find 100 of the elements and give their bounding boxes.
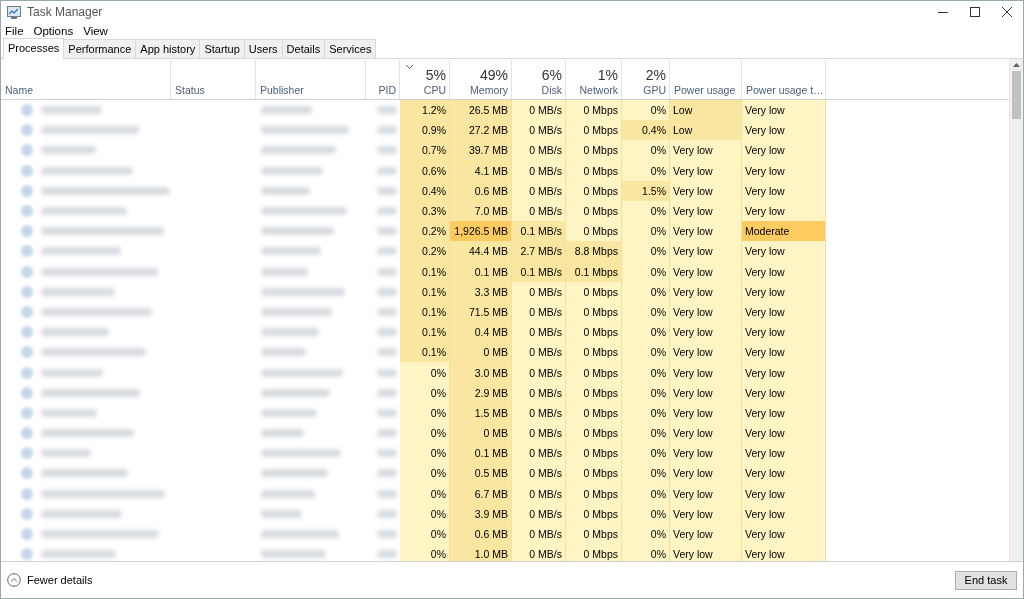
header-label: PID	[378, 83, 396, 97]
blurred-text	[377, 469, 397, 478]
table-cell: 0 Mbps	[566, 503, 622, 524]
blurred-text	[377, 449, 397, 458]
tab[interactable]: Users	[243, 39, 283, 58]
blurred-text	[261, 550, 326, 559]
table-cell: 0 MB/s	[512, 443, 566, 464]
column-header[interactable]: Publisher	[256, 60, 366, 99]
fewer-details-button[interactable]: Fewer details	[7, 573, 93, 587]
usage-percent: 49%	[479, 67, 508, 83]
blurred-text	[261, 267, 308, 276]
table-cell: 0%	[400, 382, 450, 403]
blurred-text	[41, 368, 103, 377]
table-cell: Very low	[742, 241, 826, 262]
tab[interactable]: App history	[135, 39, 201, 58]
app-icon	[21, 507, 33, 520]
app-icon	[21, 467, 33, 480]
table-cell: 0.6 MB	[450, 180, 512, 201]
blurred-text	[377, 429, 397, 438]
header-label: Publisher	[260, 83, 305, 97]
table-cell: 0 Mbps	[566, 281, 622, 302]
column-header[interactable]: Power usage	[670, 60, 742, 99]
tab[interactable]: Details	[281, 39, 326, 58]
scroll-up-icon[interactable]	[1013, 63, 1020, 67]
table-cell: 0 Mbps	[566, 362, 622, 383]
table-cell: 0%	[400, 483, 450, 504]
header-label: Status	[175, 83, 206, 97]
minimize-icon[interactable]	[938, 11, 948, 13]
table-cell: 0 MB/s	[512, 382, 566, 403]
table-cell: 0%	[622, 463, 670, 484]
table-cell: Very low	[742, 301, 826, 323]
app-icon	[21, 205, 33, 218]
menu-item[interactable]: Options	[33, 25, 74, 37]
table-cell: 4.1 MB	[450, 160, 512, 181]
usage-percent: 2%	[645, 67, 666, 83]
table-cell: Very low	[670, 544, 742, 561]
table-cell: 0.9%	[400, 120, 450, 141]
menu-item[interactable]: File	[5, 25, 24, 37]
table-cell: Very low	[742, 180, 826, 201]
column-header[interactable]: Name	[1, 60, 171, 99]
blurred-text	[41, 328, 109, 337]
tab[interactable]: Performance	[63, 39, 137, 58]
table-cell: 0%	[622, 301, 670, 323]
menu-item[interactable]: View	[83, 25, 108, 37]
table-cell: 0 MB/s	[512, 322, 566, 343]
column-header[interactable]: 2% GPU	[622, 60, 670, 99]
maximize-icon[interactable]	[970, 7, 980, 17]
table-cell: 0 MB/s	[512, 120, 566, 141]
table-cell: 0 MB/s	[512, 342, 566, 363]
table-cell: 0 MB/s	[512, 463, 566, 484]
table-cell: Very low	[742, 544, 826, 561]
table-cell: 0%	[622, 342, 670, 363]
table-cell: 0%	[400, 463, 450, 484]
table-cell: 0 Mbps	[566, 463, 622, 484]
column-header[interactable]: 49% Memory	[450, 60, 512, 99]
table-cell: 0.1%	[400, 322, 450, 343]
app-icon	[21, 124, 33, 137]
table-cell: 0%	[400, 402, 450, 423]
table-cell: 0.4 MB	[450, 322, 512, 343]
table-cell: 0 MB/s	[512, 362, 566, 383]
tab[interactable]: Startup	[199, 39, 245, 58]
header-label: Network	[579, 83, 618, 97]
column-header[interactable]: Power usage t…	[742, 60, 826, 99]
window-title: Task Manager	[27, 5, 103, 19]
column-header[interactable]: 1% Network	[566, 60, 622, 99]
column-header[interactable]: 6% Disk	[512, 60, 566, 99]
table-cell: 0 MB/s	[512, 180, 566, 201]
table-cell: 0%	[622, 523, 670, 545]
table-cell: 0 MB/s	[512, 301, 566, 323]
scrollbar-thumb[interactable]	[1012, 71, 1021, 119]
table-cell: 0%	[400, 523, 450, 545]
blurred-text	[261, 307, 332, 316]
table-cell: 3.0 MB	[450, 362, 512, 383]
table-cell: 2.9 MB	[450, 382, 512, 403]
tab[interactable]: Services	[324, 39, 377, 58]
table-cell: Very low	[742, 523, 826, 545]
tab[interactable]: Processes	[3, 38, 65, 59]
close-icon[interactable]	[1002, 7, 1012, 17]
table-cell: 0 Mbps	[566, 523, 622, 545]
column-header[interactable]: PID	[366, 60, 400, 99]
app-icon	[21, 245, 33, 258]
table-cell: Very low	[670, 200, 742, 222]
blurred-text	[377, 328, 397, 337]
table-cell: Very low	[670, 503, 742, 524]
column-header[interactable]: Status	[171, 60, 256, 99]
table-cell: 0 Mbps	[566, 382, 622, 403]
blurred-text	[261, 429, 304, 438]
table-cell: 0%	[622, 443, 670, 464]
column-header[interactable]: 5% CPU	[400, 60, 450, 99]
table-cell: 0.1 MB	[450, 443, 512, 464]
app-icon	[21, 528, 33, 541]
table-cell: 7.0 MB	[450, 200, 512, 222]
table-cell: 0%	[400, 503, 450, 524]
header-label: CPU	[423, 83, 446, 97]
table-cell: 0%	[622, 362, 670, 383]
table-cell: 0%	[400, 544, 450, 561]
table-cell: 0%	[400, 423, 450, 444]
table-cell: Very low	[742, 362, 826, 383]
blurred-text	[377, 489, 397, 498]
end-task-button[interactable]: End task	[955, 570, 1017, 590]
